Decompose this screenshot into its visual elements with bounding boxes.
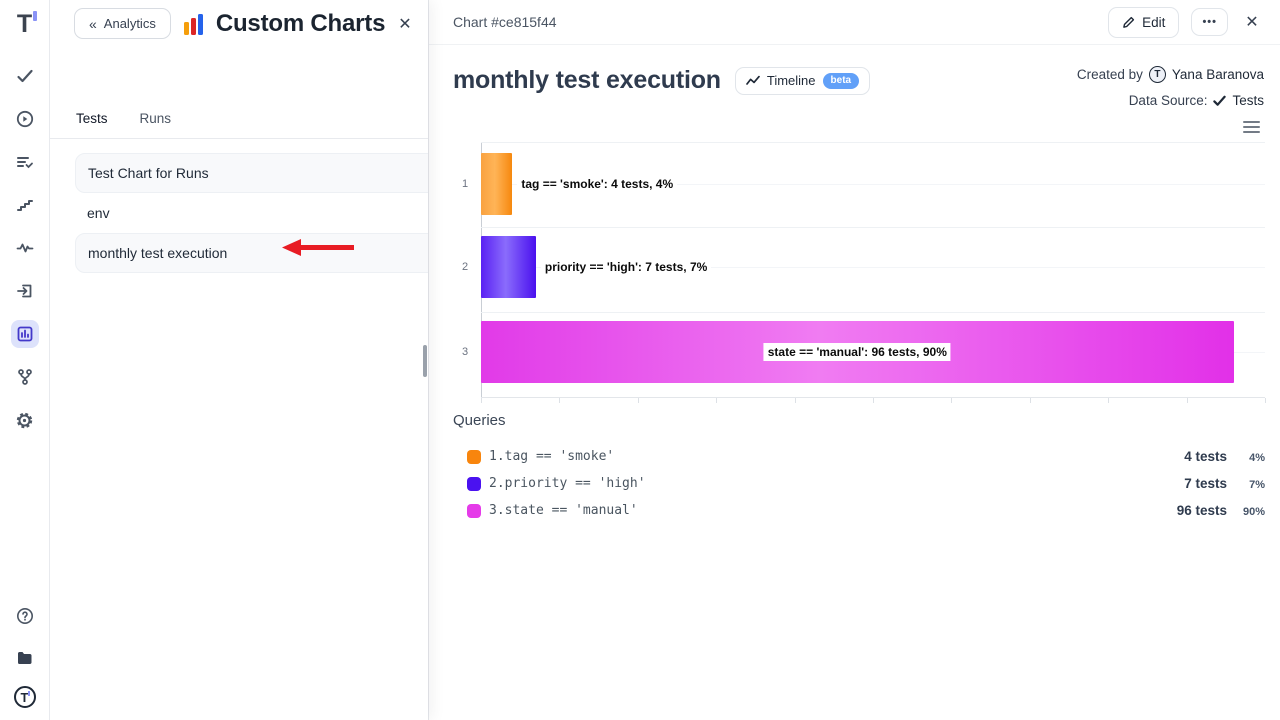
drawer-close-icon[interactable]: ✕ <box>394 13 416 35</box>
drawer-tabs: Tests Runs <box>50 103 428 139</box>
x-axis-tick <box>873 398 874 403</box>
chart-bar[interactable] <box>481 236 536 298</box>
drawer-title: Custom Charts <box>216 10 385 38</box>
query-percent: 90% <box>1227 506 1265 518</box>
query-color-swatch <box>467 504 481 518</box>
bar-value-label: state == 'manual': 96 tests, 90% <box>764 343 951 361</box>
gridline <box>481 142 1265 143</box>
check-icon <box>1213 94 1226 107</box>
bar-value-label: priority == 'high': 7 tests, 7% <box>541 258 711 276</box>
timeline-label: Timeline <box>767 73 816 88</box>
list-item-monthly-test-execution[interactable]: monthly test execution <box>75 233 428 273</box>
x-axis-tick <box>1187 398 1188 403</box>
help-circle-icon[interactable] <box>11 602 39 630</box>
created-by-label: Created by <box>1077 67 1143 82</box>
x-axis-tick <box>481 398 482 403</box>
app-logo[interactable]: T <box>17 10 32 38</box>
bar-chart: 1 2 3 tag == 'smoke': 4 tests, 4% priority … <box>453 140 1265 403</box>
query-text: 2.priority == 'high' <box>489 476 646 491</box>
red-annotation-arrow <box>281 237 357 258</box>
x-axis-tick <box>638 398 639 403</box>
creator-avatar[interactable]: T <box>1149 66 1166 83</box>
query-legend-row[interactable]: 3.state == 'manual' 96 tests90% <box>453 497 1265 524</box>
more-options-button[interactable]: ••• <box>1191 8 1228 36</box>
data-source-value: Tests <box>1232 93 1264 108</box>
query-tests-count: 7 tests <box>1184 476 1227 491</box>
bar-value-label: tag == 'smoke': 4 tests, 4% <box>517 175 677 193</box>
x-axis-tick <box>951 398 952 403</box>
list-item-env[interactable]: env <box>75 193 428 233</box>
icon-rail: T <box>0 0 50 720</box>
x-axis-tick <box>1265 398 1266 403</box>
y-axis-tick-label: 1 <box>457 178 473 190</box>
ellipsis-icon: ••• <box>1202 16 1217 28</box>
query-tests-count: 4 tests <box>1184 449 1227 464</box>
queries-section: Queries 1.tag == 'smoke' 4 tests4% 2.pri… <box>453 412 1265 524</box>
query-text: 1.tag == 'smoke' <box>489 449 614 464</box>
y-axis-tick-label: 2 <box>457 261 473 273</box>
panel-header-title: Chart #ce815f44 <box>453 14 557 30</box>
chart-bar[interactable] <box>481 153 512 215</box>
custom-charts-icon <box>184 13 203 35</box>
data-source-label: Data Source: <box>1129 93 1208 108</box>
edit-button[interactable]: Edit <box>1108 7 1179 38</box>
settings-gear-icon[interactable] <box>11 406 39 434</box>
y-axis-tick-label: 3 <box>457 346 473 358</box>
analytics-bar-chart-icon[interactable] <box>11 320 39 348</box>
back-button-label: Analytics <box>104 16 156 31</box>
x-axis-tick <box>1030 398 1031 403</box>
test-plans-list-check-icon[interactable] <box>11 148 39 176</box>
edit-button-label: Edit <box>1142 15 1165 30</box>
chart-list: Test Chart for Runs env monthly test exe… <box>75 153 428 273</box>
query-color-swatch <box>467 450 481 464</box>
list-item-test-chart-for-runs[interactable]: Test Chart for Runs <box>75 153 428 193</box>
query-legend-row[interactable]: 1.tag == 'smoke' 4 tests4% <box>453 443 1265 470</box>
account-logo-circle[interactable]: T <box>14 686 36 708</box>
chevron-double-left-icon: « <box>89 17 97 31</box>
chart-menu-hamburger-icon[interactable] <box>1243 118 1260 136</box>
x-axis-tick <box>795 398 796 403</box>
chart-title: monthly test execution <box>453 66 721 95</box>
drawer-scrollbar-thumb[interactable] <box>423 345 427 377</box>
queries-heading: Queries <box>453 412 1265 429</box>
chart-meta: Created by T Yana Baranova Data Source: … <box>1077 63 1264 115</box>
pulse-activity-icon[interactable] <box>11 234 39 262</box>
projects-folder-icon[interactable] <box>11 644 39 672</box>
logo-accent <box>33 11 37 21</box>
custom-charts-drawer: « Analytics Custom Charts ✕ Tests Runs T… <box>50 0 428 720</box>
milestones-stairs-icon[interactable] <box>11 191 39 219</box>
runs-play-circle-icon[interactable] <box>11 105 39 133</box>
query-tests-count: 96 tests <box>1177 503 1227 518</box>
gridline <box>481 312 1265 313</box>
timeline-toggle-button[interactable]: Timeline beta <box>735 67 870 95</box>
gridline <box>481 227 1265 228</box>
query-legend-row[interactable]: 2.priority == 'high' 7 tests7% <box>453 470 1265 497</box>
chart-plot-area: tag == 'smoke': 4 tests, 4% priority == '… <box>481 140 1265 403</box>
tests-check-icon[interactable] <box>11 62 39 90</box>
creator-name: Yana Baranova <box>1172 67 1264 82</box>
back-to-analytics-button[interactable]: « Analytics <box>74 8 171 39</box>
x-axis-tick <box>716 398 717 403</box>
query-percent: 7% <box>1227 479 1265 491</box>
x-axis-tick <box>1108 398 1109 403</box>
x-axis-tick <box>559 398 560 403</box>
panel-close-icon[interactable]: ✕ <box>1240 10 1264 34</box>
git-branch-icon[interactable] <box>11 363 39 391</box>
query-text: 3.state == 'manual' <box>489 503 638 518</box>
beta-badge: beta <box>823 73 860 89</box>
trend-zigzag-icon <box>746 75 760 86</box>
tab-tests[interactable]: Tests <box>74 103 110 138</box>
query-percent: 4% <box>1227 452 1265 464</box>
chart-detail-panel: Chart #ce815f44 Edit ••• ✕ monthly test … <box>428 0 1280 720</box>
pencil-icon <box>1122 16 1135 29</box>
query-color-swatch <box>467 477 481 491</box>
tab-runs[interactable]: Runs <box>138 103 174 138</box>
import-icon[interactable] <box>11 277 39 305</box>
